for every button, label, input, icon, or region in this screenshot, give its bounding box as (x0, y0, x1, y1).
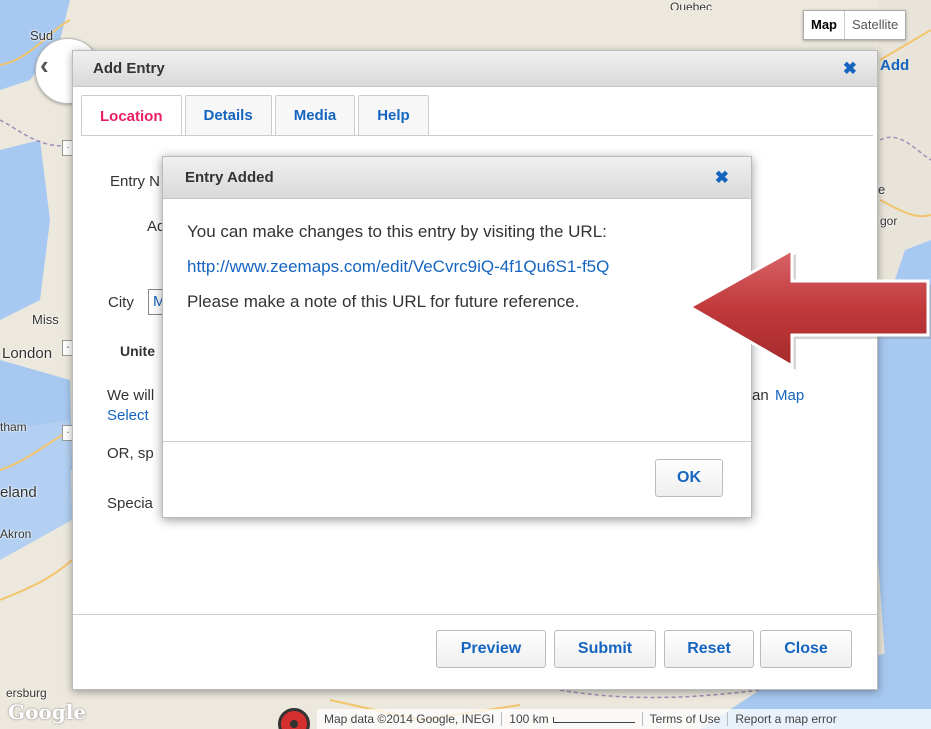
entry-added-titlebar: Entry Added ✖ (163, 157, 751, 199)
map-label: Quebec (670, 0, 713, 10)
entry-added-message: You can make changes to this entry by vi… (187, 222, 607, 241)
map-label: gor (880, 214, 898, 228)
close-x-icon[interactable]: ✖ (715, 168, 729, 188)
map-attribution-bar: Map data ©2014 Google, INEGI 100 km Term… (317, 709, 931, 729)
country-select[interactable]: Unite (120, 343, 155, 359)
add-entry-title: Add Entry (93, 60, 165, 77)
map-label: e (878, 182, 886, 197)
tab-divider (81, 135, 873, 136)
map-link[interactable]: Map (775, 387, 804, 404)
preview-button[interactable]: Preview (436, 630, 546, 668)
special-label: Specia (107, 495, 153, 512)
tab-help[interactable]: Help (358, 95, 429, 135)
map-label: Akron (0, 527, 32, 541)
map-label: tham (0, 420, 27, 434)
report-error-link[interactable]: Report a map error (728, 712, 843, 726)
submit-button[interactable]: Submit (554, 630, 656, 668)
map-type-control: Map Satellite (803, 10, 907, 40)
entry-added-body: You can make changes to this entry by vi… (163, 199, 751, 314)
scale-bar-icon (552, 716, 635, 723)
add-link[interactable]: Add (880, 57, 909, 74)
entry-name-label: Entry N (110, 173, 161, 190)
city-input[interactable]: M (148, 289, 166, 315)
geocode-hint-text: We will (107, 387, 155, 404)
tab-location[interactable]: Location (81, 95, 182, 136)
entry-added-title: Entry Added (185, 169, 274, 186)
city-label: City (108, 294, 134, 311)
entry-added-divider (163, 441, 751, 442)
or-specify-text: OR, sp (107, 445, 154, 462)
tab-details[interactable]: Details (184, 95, 272, 135)
map-data-credit: Map data ©2014 Google, INEGI (317, 712, 503, 726)
map-label: London (2, 345, 53, 362)
close-button[interactable]: Close (760, 630, 852, 668)
tab-bar: Location Details Media Help (81, 95, 429, 136)
footer-divider (73, 614, 877, 615)
map-label: Miss (32, 312, 59, 327)
select-link[interactable]: Select (107, 407, 149, 424)
google-logo: Google (8, 700, 87, 724)
map-label: eland (0, 484, 37, 501)
terms-link[interactable]: Terms of Use (643, 712, 729, 726)
chevron-left-icon[interactable]: ‹ (40, 50, 49, 81)
entry-added-dialog: Entry Added ✖ You can make changes to th… (162, 156, 752, 518)
close-x-icon[interactable]: ✖ (843, 59, 857, 79)
ok-button[interactable]: OK (655, 459, 723, 497)
add-entry-titlebar: Add Entry ✖ (73, 51, 877, 87)
map-scale-label: 100 km (509, 712, 549, 726)
map-label: Sud (30, 28, 54, 43)
reset-button[interactable]: Reset (664, 630, 754, 668)
map-scale: 100 km (502, 712, 643, 726)
tab-media[interactable]: Media (274, 95, 356, 135)
map-label: ersburg (6, 686, 47, 700)
map-hint-text: an (752, 387, 769, 404)
map-type-satellite-button[interactable]: Satellite (845, 11, 905, 39)
edit-url-link[interactable]: http://www.zeemaps.com/edit/VeCvrc9iQ-4f… (187, 254, 727, 279)
entry-added-note: Please make a note of this URL for futur… (187, 292, 580, 311)
map-type-map-button[interactable]: Map (804, 11, 845, 39)
